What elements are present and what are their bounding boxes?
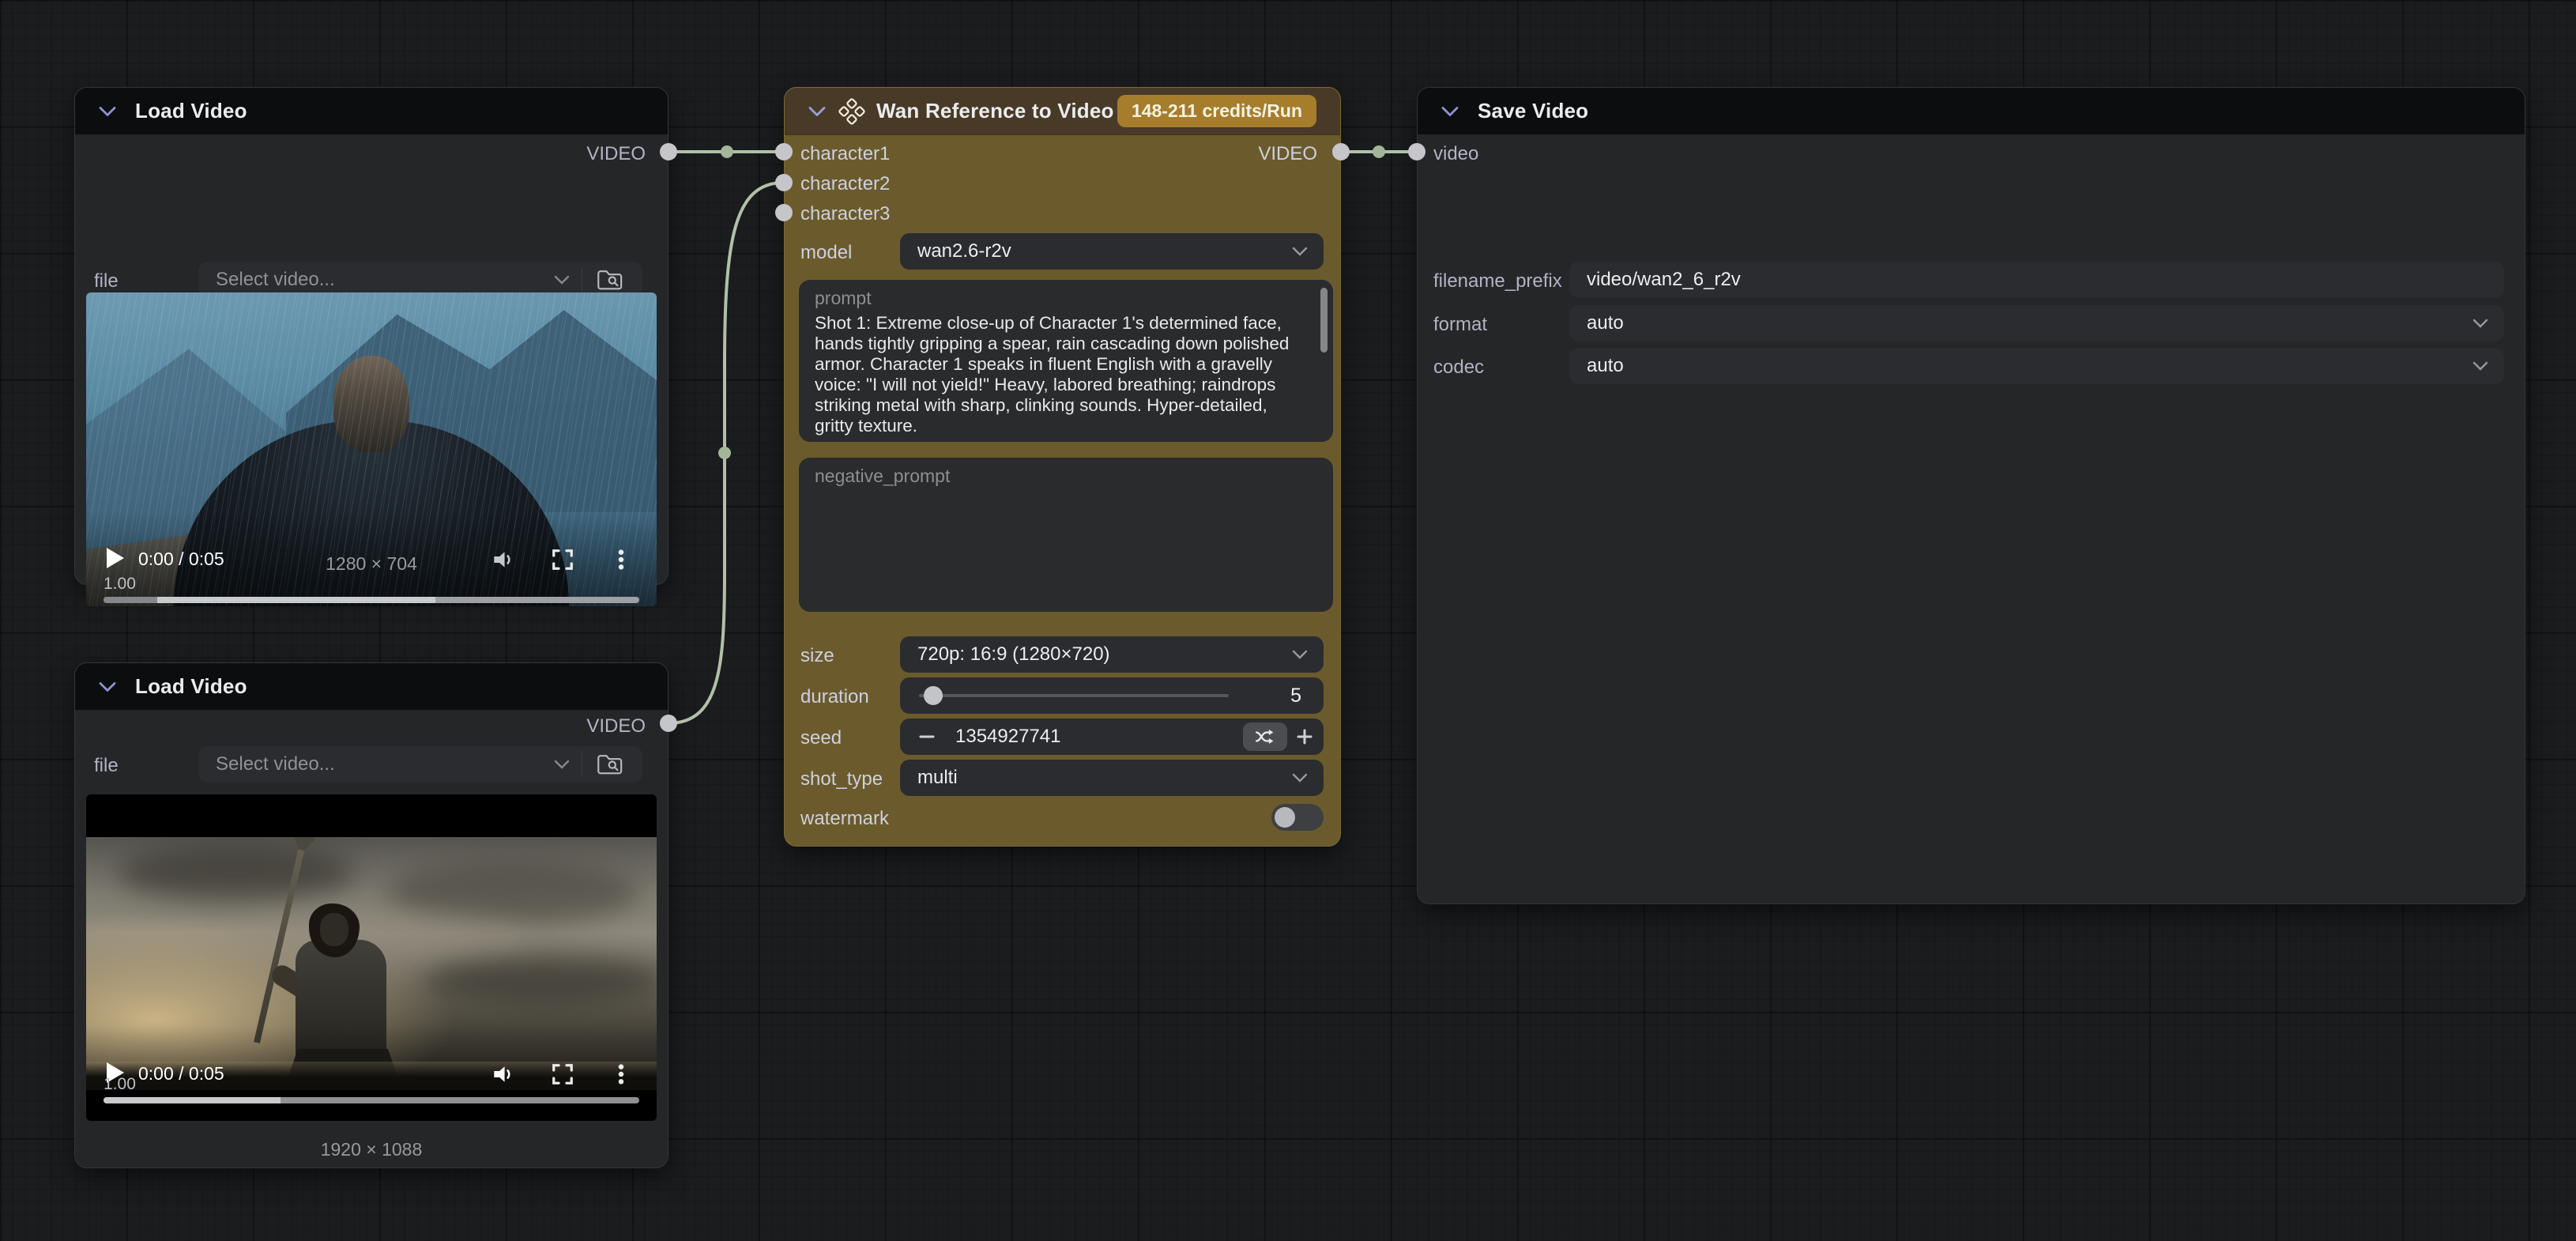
model-select[interactable]: wan2.6-r2v xyxy=(900,233,1324,270)
node-header[interactable]: Save Video xyxy=(1418,88,2525,135)
codec-label: codec xyxy=(1433,356,1484,379)
chevron-down-icon xyxy=(1292,650,1308,659)
codec-value: auto xyxy=(1569,355,1624,377)
node-wan-reference-to-video: Wan Reference to Video 148-211 credits/R… xyxy=(784,87,1341,847)
node-title: Load Video xyxy=(135,674,247,699)
seed-stepper[interactable]: 1354927741 xyxy=(900,719,1324,755)
chevron-down-icon xyxy=(1292,773,1308,783)
node-header[interactable]: Wan Reference to Video 148-211 credits/R… xyxy=(785,88,1340,135)
collapse-chevron-icon[interactable] xyxy=(808,106,826,117)
video-player[interactable]: 0:00 / 0:05 1.00 xyxy=(86,794,657,1121)
prompt-label: prompt xyxy=(815,288,872,309)
more-options-icon[interactable] xyxy=(609,1062,633,1086)
filename-prefix-label: filename_prefix xyxy=(1433,270,1562,292)
video-dimensions-caption: 1280 × 704 xyxy=(75,553,668,575)
file-label: file xyxy=(94,755,119,777)
format-label: format xyxy=(1433,314,1487,336)
negative-prompt-placeholder: negative_prompt xyxy=(815,466,950,487)
slider-track[interactable] xyxy=(919,694,1229,697)
input-label-video: video xyxy=(1433,143,1478,165)
time-display: 0:00 / 0:05 xyxy=(138,1063,224,1084)
duration-value: 5 xyxy=(1290,685,1301,707)
size-value: 720p: 16:9 (1280×720) xyxy=(900,643,1110,666)
file-select-value: Select video... xyxy=(198,269,335,291)
shot-type-label: shot_type xyxy=(800,768,883,790)
file-select[interactable]: Select video... xyxy=(198,746,642,783)
seed-increment-button[interactable] xyxy=(1289,719,1320,755)
chevron-down-icon xyxy=(554,275,570,285)
file-select-value: Select video... xyxy=(198,753,335,775)
node-header[interactable]: Load Video xyxy=(75,88,668,135)
node-header[interactable]: Load Video xyxy=(75,663,668,711)
watermark-toggle[interactable] xyxy=(1271,804,1324,831)
credits-badge: 148-211 credits/Run xyxy=(1117,95,1316,127)
file-label: file xyxy=(94,270,119,292)
chevron-down-icon xyxy=(2472,361,2488,371)
filename-prefix-value: video/wan2_6_r2v xyxy=(1569,269,1741,291)
node-title: Wan Reference to Video xyxy=(876,99,1114,123)
collapse-chevron-icon[interactable] xyxy=(99,681,116,692)
volume-icon[interactable] xyxy=(492,1062,516,1086)
codec-select[interactable]: auto xyxy=(1569,348,2504,384)
chevron-down-icon xyxy=(554,760,570,769)
size-label: size xyxy=(800,645,834,667)
wire-midpoint-dot xyxy=(1373,145,1385,158)
wire-midpoint-dot xyxy=(718,447,731,459)
node-title: Save Video xyxy=(1478,99,1588,123)
video-dimensions-caption: 1920 × 1088 xyxy=(75,1139,668,1160)
format-select[interactable]: auto xyxy=(1569,305,2504,341)
progress-bar[interactable] xyxy=(104,597,639,603)
shuffle-icon xyxy=(1254,727,1276,746)
slider-handle[interactable] xyxy=(924,686,943,705)
model-label: model xyxy=(800,242,852,264)
duration-label: duration xyxy=(800,686,869,708)
toggle-knob xyxy=(1275,807,1295,828)
folder-search-icon[interactable] xyxy=(597,268,623,292)
node-load-video-2: Load Video VIDEO file Select video... xyxy=(74,662,668,1168)
watermark-label: watermark xyxy=(800,808,889,830)
playback-rate: 1.00 xyxy=(104,1075,136,1094)
chevron-down-icon xyxy=(2472,319,2488,328)
seed-label: seed xyxy=(800,727,842,749)
shot-type-value: multi xyxy=(900,767,958,789)
scrollbar-thumb[interactable] xyxy=(1320,288,1328,353)
playback-rate: 1.00 xyxy=(104,575,136,594)
output-label-video: VIDEO xyxy=(586,143,646,165)
format-value: auto xyxy=(1569,312,1624,334)
wire-loadvideo2-to-character2 xyxy=(668,183,784,723)
progress-bar[interactable] xyxy=(104,1097,639,1103)
node-title: Load Video xyxy=(135,99,247,123)
output-label-video: VIDEO xyxy=(1258,143,1317,165)
size-select[interactable]: 720p: 16:9 (1280×720) xyxy=(900,636,1324,673)
prompt-text: Shot 1: Extreme close-up of Character 1'… xyxy=(815,313,1309,442)
duration-slider[interactable]: 5 xyxy=(900,677,1324,714)
prompt-textarea[interactable]: prompt Shot 1: Extreme close-up of Chara… xyxy=(799,280,1333,442)
collapse-chevron-icon[interactable] xyxy=(1441,106,1459,117)
chevron-down-icon xyxy=(1292,247,1308,256)
collapse-chevron-icon[interactable] xyxy=(99,106,116,117)
negative-prompt-textarea[interactable]: negative_prompt xyxy=(799,458,1333,612)
wire-midpoint-dot xyxy=(721,145,733,158)
input-label-character2: character2 xyxy=(800,173,890,195)
folder-search-icon[interactable] xyxy=(597,753,623,776)
filename-prefix-input[interactable]: video/wan2_6_r2v xyxy=(1569,262,2504,298)
input-label-character3: character3 xyxy=(800,203,890,225)
fullscreen-icon[interactable] xyxy=(551,1062,574,1086)
model-value: wan2.6-r2v xyxy=(900,240,1011,262)
seed-decrement-button[interactable] xyxy=(911,719,943,755)
input-label-character1: character1 xyxy=(800,143,890,165)
node-save-video: Save Video video filename_prefix video/w… xyxy=(1417,87,2525,904)
node-graph-canvas[interactable]: Load Video VIDEO file Select video... 0:… xyxy=(0,0,2576,1241)
api-node-icon xyxy=(838,98,865,125)
seed-randomize-button[interactable] xyxy=(1243,722,1287,751)
shot-type-select[interactable]: multi xyxy=(900,760,1324,796)
node-load-video-1: Load Video VIDEO file Select video... 0:… xyxy=(74,87,668,585)
output-label-video: VIDEO xyxy=(586,715,646,737)
